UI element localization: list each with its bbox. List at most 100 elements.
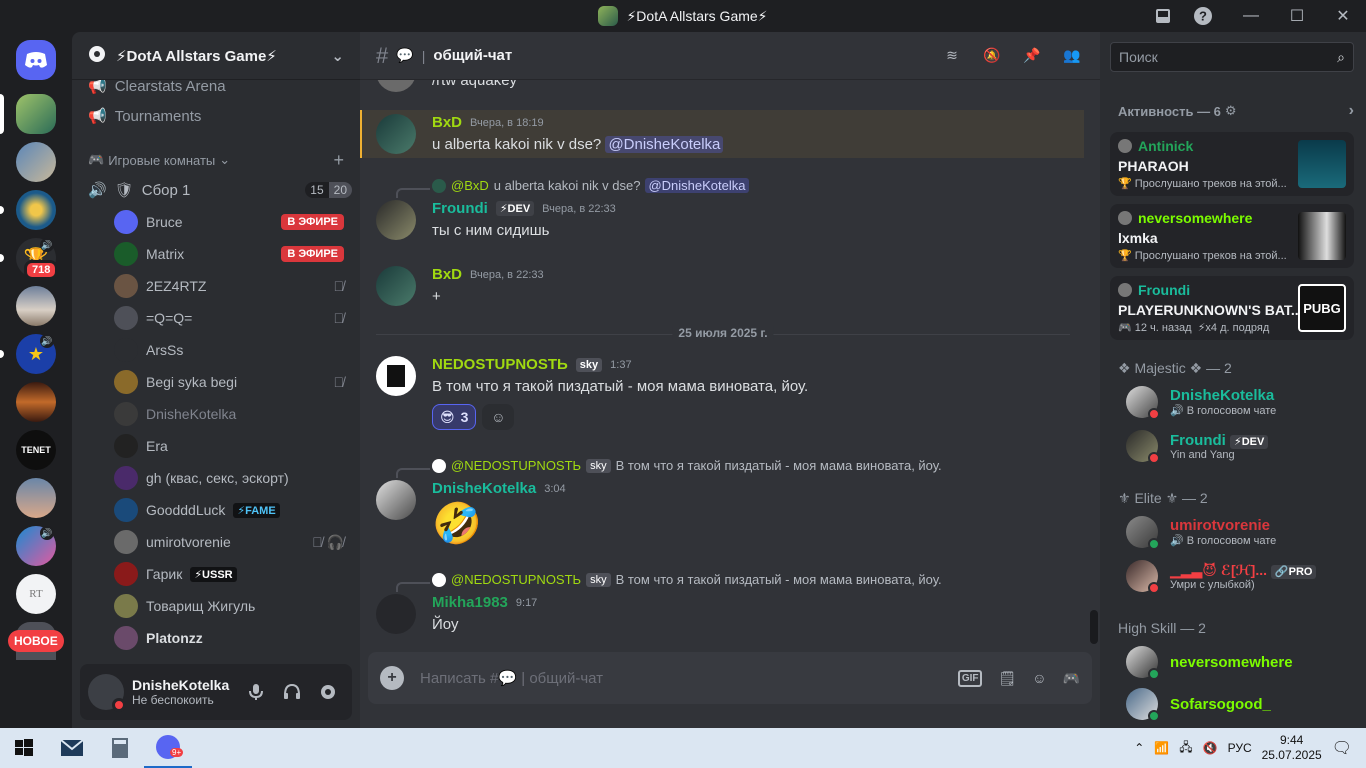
author-name[interactable]: DnisheKotelka [432,480,536,497]
member-item[interactable]: umirotvorenie 🔊 В голосовом чате [1126,512,1356,552]
server-rail: 🏆 🔊 718 ★ 🔊 TENET 🔊 RT НОВОЕ [0,32,72,728]
activity-header[interactable]: Активность — 6 ⚙ › [1118,102,1354,120]
chevron-right-icon[interactable]: › [1349,102,1354,120]
avatar [114,498,138,522]
help-icon[interactable]: ? [1188,0,1218,32]
message-composer[interactable]: + Написать #💬 | общий-чат GIF 🗒 ☺ 🎮 [368,652,1092,704]
avatar[interactable] [88,674,126,712]
network-icon[interactable]: 🖧 [1179,738,1192,759]
activity-card[interactable]: Antinick PHARAOH 🏆 Прослушано треков на … [1110,132,1354,196]
add-reaction-button[interactable]: ☺ [482,404,515,430]
timestamp: Вчера, в 18:19 [470,116,544,129]
notifications-icon[interactable]: 🗨 [1332,738,1352,758]
discord-taskbar-icon[interactable]: 9+ [144,728,192,768]
reply-connector [396,582,430,592]
wifi-icon[interactable]: 📶 [1154,741,1169,755]
chevron-up-icon[interactable]: ⌃ [1134,741,1144,755]
channel-clearstats[interactable]: 📢 Clearstats Arena [80,80,352,102]
server-tenet[interactable]: TENET [16,430,56,470]
maximize-button[interactable]: ☐ [1274,0,1320,32]
microphone-icon[interactable] [240,676,272,708]
mention[interactable]: @DnisheKotelka [605,136,724,153]
voice-member[interactable]: 2EZ4RTZ 🎙̸ [114,272,344,300]
server-2[interactable] [16,142,56,182]
chat-header: # 💬 | общий-чат ≋ 🔕 📌 👥 [360,32,1100,80]
headphones-icon[interactable] [276,676,308,708]
avatar[interactable] [376,114,416,154]
voice-member[interactable]: Begi syka begi 🎙̸ [114,368,344,396]
author-name[interactable]: Mikha1983 [432,594,508,611]
volume-muted-icon[interactable]: 🔇 [1203,741,1218,755]
members-icon[interactable]: 👥 [1060,44,1084,68]
avatar [1126,560,1160,594]
avatar [114,370,138,394]
author-name[interactable]: BxD [432,266,462,283]
author-name[interactable]: Froundi [432,200,488,217]
attach-plus-button[interactable]: + [380,666,404,690]
search-input[interactable]: Поиск ⌕ [1110,42,1354,72]
activity-card[interactable]: neversomewhere lxmka 🏆 Прослушано треков… [1110,204,1354,268]
gif-icon[interactable]: GIF [957,669,983,687]
emoji-icon[interactable]: ☺ [1032,670,1046,687]
voice-member[interactable]: ArsSs [114,336,344,364]
add-channel-button[interactable]: + [333,150,344,171]
member-tag: ⚡DEV [495,201,535,216]
threads-icon[interactable]: ≋ [940,44,964,68]
voice-member[interactable]: Bruce В ЭФИРЕ [114,208,344,236]
gear-icon[interactable] [312,676,344,708]
home-button[interactable] [16,40,56,80]
category-game-rooms[interactable]: 🎮 Игровые комнаты ⌄ + [88,150,344,170]
member-item[interactable]: neversomewhere [1126,642,1356,682]
clock[interactable]: 9:44 25.07.2025 [1262,733,1322,763]
sticker-icon[interactable]: 🗒 [998,670,1016,687]
voice-member[interactable]: DnisheKotelka [114,400,344,428]
voice-member[interactable]: Matrix В ЭФИРЕ [114,240,344,268]
member-item[interactable]: Sofarsogood_ [1126,684,1356,724]
inbox-icon[interactable] [1148,0,1178,32]
server-3[interactable] [16,190,56,230]
server-5[interactable] [16,286,56,326]
voice-member[interactable]: Era [114,432,344,460]
guild-header[interactable]: ⚡DotA Allstars Game⚡ ⌄ [72,32,360,80]
member-item[interactable]: ▁▂▃😈 ℰ[ℋ]... 🔗PRO Умри с улыбкой) [1126,556,1356,596]
author-name[interactable]: BxD [432,114,462,131]
gamepad-icon[interactable]: 🎮 [1063,670,1080,687]
bell-muted-icon[interactable]: 🔕 [980,44,1004,68]
voice-member[interactable]: GoodddLuck ⚡FAME [114,496,344,524]
scrollbar-thumb[interactable] [1090,610,1098,644]
calculator-icon[interactable] [96,728,144,768]
voice-channel-sbor1[interactable]: 🔊 🛡 Сбор 1 15 20 [80,174,352,206]
reaction[interactable]: 😎 3 [432,404,477,430]
server-dota[interactable] [16,94,56,134]
taskbar-badge: 9+ [170,748,184,757]
avatar [1126,688,1160,722]
minimize-button[interactable]: — [1228,0,1274,32]
server-9[interactable] [16,478,56,518]
activity-card[interactable]: Froundi PLAYERUNKNOWN'S BAT... 🎮 12 ч. н… [1110,276,1354,340]
windows-start-icon[interactable] [0,728,48,768]
avatar[interactable] [376,200,416,240]
voice-member[interactable]: Товарищ Жигуль [114,592,344,620]
voice-icon: 🔊 [1170,535,1184,547]
avatar[interactable] [376,480,416,520]
close-button[interactable]: ✕ [1320,0,1366,32]
voice-member[interactable]: gh (квас, секс, эскорт) [114,464,344,492]
server-7[interactable] [16,382,56,422]
avatar[interactable] [376,356,416,396]
server-11[interactable]: RT [16,574,56,614]
voice-member[interactable]: Гарик ⚡USSR [114,560,344,588]
voice-member[interactable]: Platonzz [114,624,344,652]
avatar[interactable] [376,266,416,306]
avatar[interactable] [376,594,416,634]
member-item[interactable]: DnisheKotelka 🔊 В голосовом чате [1126,382,1356,422]
author-name[interactable]: NEDOSTUPNOSTЬ [432,356,568,373]
voice-member[interactable]: umirotvorenie 🎙̸ 🎧̸ [114,528,344,556]
channel-tournaments[interactable]: 📢 Tournaments [80,100,352,132]
pin-icon[interactable]: 📌 [1020,44,1044,68]
voice-member[interactable]: =Q=Q= 🎙̸ [114,304,344,332]
language-indicator[interactable]: РУС [1228,741,1252,755]
date-divider: 25 июля 2025 г. [376,326,1070,340]
member-item[interactable]: Froundi ⚡DEV Yin and Yang [1126,426,1356,466]
message-input[interactable]: Написать #💬 | общий-чат [420,669,603,687]
mail-icon[interactable] [48,728,96,768]
